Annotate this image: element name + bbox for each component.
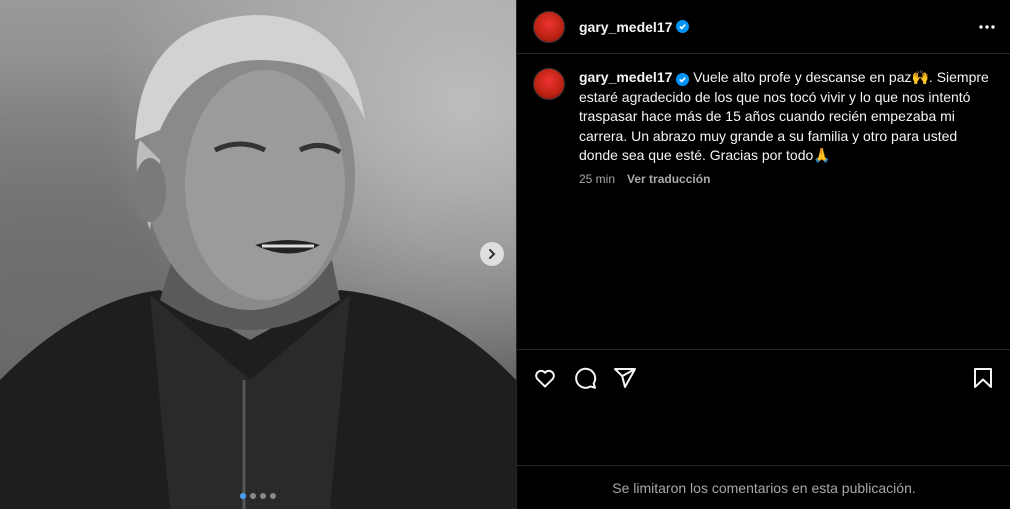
carousel-dot-2: [250, 493, 256, 499]
bookmark-icon[interactable]: [971, 366, 995, 390]
portrait-photo: [0, 15, 516, 509]
post-caption: gary_medel17 Vuele alto profe y descanse…: [533, 68, 995, 186]
comment-icon[interactable]: [573, 366, 597, 390]
carousel-dot-3: [260, 493, 266, 499]
post-photo: [0, 0, 516, 509]
caption-avatar[interactable]: [533, 68, 565, 100]
post-media[interactable]: [0, 0, 516, 509]
heart-icon[interactable]: [533, 366, 557, 390]
verified-badge-icon: [676, 73, 690, 86]
caption-text-block: gary_medel17 Vuele alto profe y descanse…: [579, 68, 995, 166]
carousel-next-button[interactable]: [480, 242, 504, 266]
post-details-panel: gary_medel17 gary_medel17 Vuele alto pro…: [516, 0, 1010, 509]
author-username[interactable]: gary_medel17: [579, 19, 672, 35]
chevron-right-icon: [489, 249, 496, 259]
paper-plane-icon[interactable]: [613, 366, 637, 390]
avatar[interactable]: [533, 10, 565, 43]
post-timestamp[interactable]: 25 min: [579, 172, 615, 186]
carousel-dot-1: [240, 493, 246, 499]
carousel-dot-4: [270, 493, 276, 499]
see-translation-link[interactable]: Ver traducción: [627, 172, 710, 186]
verified-badge-icon: [676, 20, 690, 33]
comments-limited-text: Se limitaron los comentarios en esta pub…: [612, 479, 916, 496]
caption-meta: 25 min Ver traducción: [579, 172, 995, 186]
post-header: gary_medel17: [517, 0, 1010, 54]
more-options-button[interactable]: [977, 17, 997, 42]
carousel-indicator: [0, 493, 516, 499]
comments-limited-notice: Se limitaron los comentarios en esta pub…: [517, 465, 1010, 509]
caption-body: gary_medel17 Vuele alto profe y descanse…: [579, 68, 995, 186]
post-actions-bar: [517, 349, 1010, 405]
more-options-icon: [979, 25, 995, 29]
caption-author-username[interactable]: gary_medel17: [579, 69, 672, 85]
